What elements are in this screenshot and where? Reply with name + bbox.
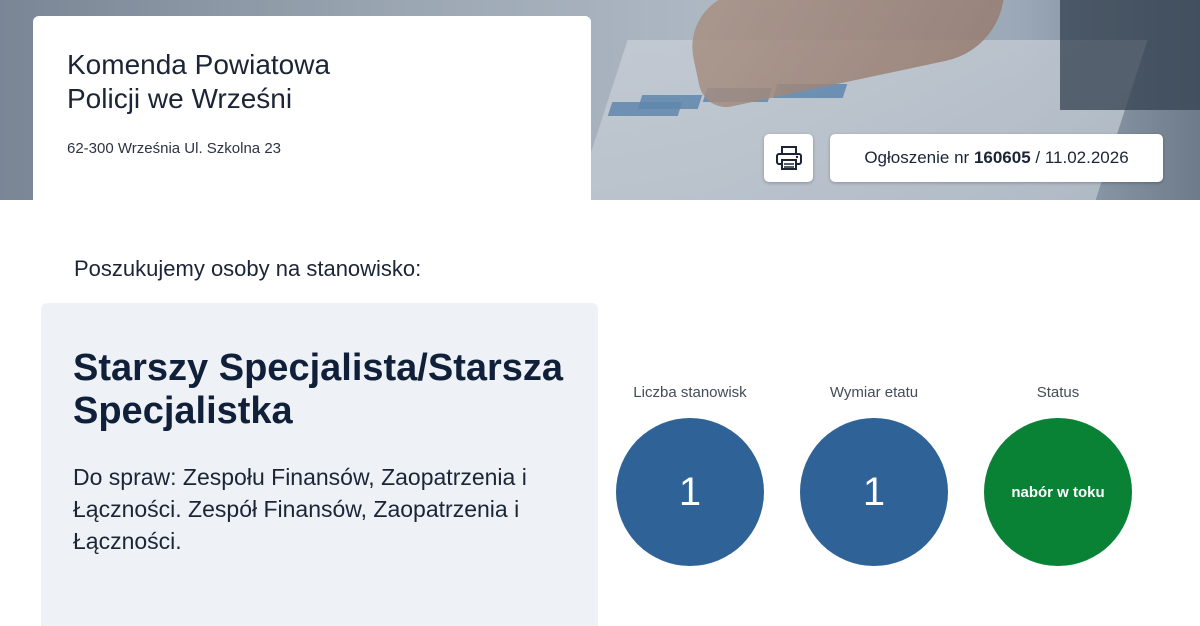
announcement-number-box: Ogłoszenie nr 160605 / 11.02.2026 xyxy=(830,134,1163,182)
announcement-prefix: Ogłoszenie nr xyxy=(864,148,970,167)
stat-label: Wymiar etatu xyxy=(829,384,919,401)
print-button[interactable] xyxy=(764,134,813,182)
stat-circle: 1 xyxy=(800,418,948,566)
stat-employment: Wymiar etatu 1 xyxy=(799,384,949,566)
organization-name: Komenda Powiatowa Policji we Wrześni xyxy=(67,49,331,114)
stat-label: Liczba stanowisk xyxy=(633,384,747,401)
organization-card: Komenda Powiatowa Policji we Wrześni 62-… xyxy=(33,16,591,200)
status-badge: nabór w toku xyxy=(984,418,1132,566)
announcement-number: 160605 xyxy=(973,148,1031,167)
stat-status: Status nabór w toku xyxy=(983,384,1133,566)
organization-address: 62-300 Września Ul. Szkolna 23 xyxy=(67,140,281,157)
search-heading: Poszukujemy osoby na stanowisko: xyxy=(74,256,422,281)
stat-circle: 1 xyxy=(616,418,764,566)
job-description: Do spraw: Zespołu Finansów, Zaopatrzenia… xyxy=(73,464,527,554)
job-title: Starszy Specjalista/Starsza Specjalistka xyxy=(73,347,564,432)
announcement-date: / 11.02.2026 xyxy=(1035,148,1129,167)
stat-positions: Liczba stanowisk 1 xyxy=(615,384,765,566)
printer-icon xyxy=(775,146,802,170)
job-card: Starszy Specjalista/Starsza Specjalistka… xyxy=(41,303,598,626)
stat-label: Status xyxy=(1036,384,1080,401)
